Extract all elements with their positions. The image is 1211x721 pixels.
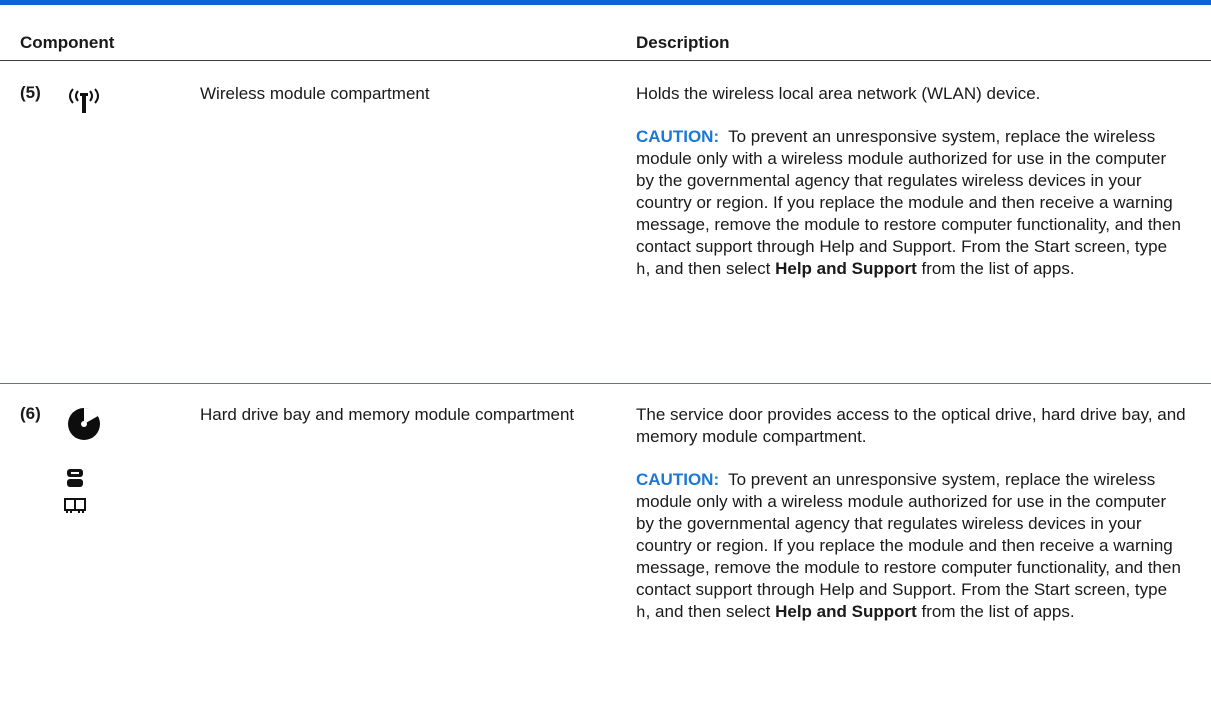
- caution-strong: Help and Support: [775, 602, 917, 621]
- component-description: Holds the wireless local area network (W…: [636, 83, 1186, 281]
- component-name: Hard drive bay and memory module compart…: [200, 405, 575, 424]
- caution-text: To prevent an unresponsive system, repla…: [636, 127, 1181, 256]
- optical-drive-icon: [68, 407, 100, 440]
- hard-drive-icon: [67, 469, 83, 487]
- caution-text-b: , and then select: [645, 259, 776, 278]
- caution-strong: Help and Support: [775, 259, 917, 278]
- component-description: The service door provides access to the …: [636, 404, 1186, 624]
- row-number: (6): [20, 404, 41, 423]
- wireless-icon: [69, 88, 99, 113]
- row-number: (5): [20, 83, 41, 102]
- caution-note: CAUTION: To prevent an unresponsive syste…: [636, 469, 1186, 624]
- component-name: Wireless module compartment: [200, 84, 430, 103]
- caution-code: h: [636, 604, 646, 622]
- description-text: Holds the wireless local area network (W…: [636, 84, 1041, 103]
- table-row-hard-drive: (6) Hard drive bay and memory module com…: [0, 384, 1211, 721]
- component-column-header: Component: [20, 33, 115, 52]
- memory-module-icon: [64, 498, 86, 513]
- caution-text-c: from the list of apps.: [916, 259, 1075, 278]
- caution-code: h: [636, 261, 646, 279]
- caution-text: To prevent an unresponsive system, repla…: [636, 470, 1181, 599]
- description-column-header: Description: [636, 33, 730, 52]
- caution-label: CAUTION:: [636, 127, 720, 146]
- table-row-wireless: (5) Wireless module compartment Holds th…: [0, 61, 1211, 383]
- caution-text-c: from the list of apps.: [916, 602, 1075, 621]
- caution-label: CAUTION:: [636, 470, 720, 489]
- caution-text-b: , and then select: [645, 602, 776, 621]
- description-text: The service door provides access to the …: [636, 405, 1186, 446]
- caution-note: CAUTION: To prevent an unresponsive syste…: [636, 126, 1186, 281]
- table-header: Component Description: [0, 5, 1211, 60]
